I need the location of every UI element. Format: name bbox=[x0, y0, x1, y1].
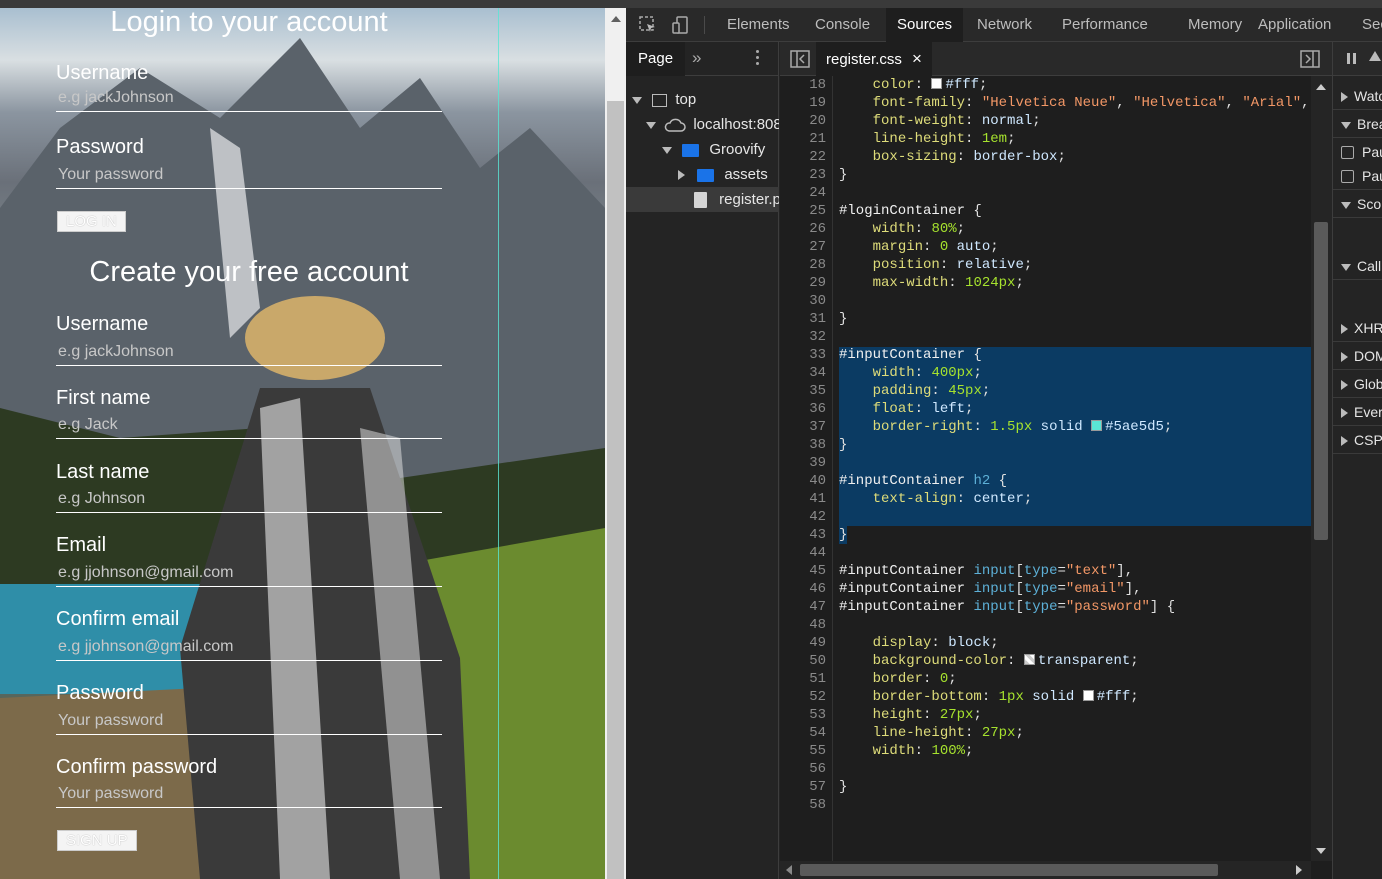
navigator-page-tab[interactable]: Page bbox=[626, 42, 686, 76]
confirm-password-input[interactable] bbox=[56, 781, 442, 808]
tree-item-top[interactable]: top bbox=[626, 87, 779, 112]
file-tab-label: register.css bbox=[826, 51, 902, 68]
section-dom-breakpoints[interactable]: DOM bbox=[1333, 342, 1382, 370]
checkbox-icon[interactable] bbox=[1341, 170, 1354, 183]
code-area[interactable]: 18 color: #fff; 19 font-family: "Helveti… bbox=[780, 76, 1311, 861]
section-global-listeners[interactable]: Glob bbox=[1333, 370, 1382, 398]
register-password-input[interactable] bbox=[56, 708, 442, 735]
expand-arrow-icon bbox=[646, 121, 656, 129]
section-event-listeners[interactable]: Ever bbox=[1333, 398, 1382, 426]
page-viewport: Login to your account Username Password … bbox=[0, 8, 605, 879]
section-csp-violations[interactable]: CSP bbox=[1333, 426, 1382, 454]
editor-file-tab[interactable]: register.css × bbox=[816, 42, 932, 76]
scroll-up-icon[interactable] bbox=[1316, 84, 1326, 90]
tab-security[interactable]: Sec bbox=[1351, 8, 1382, 42]
expand-arrow-icon bbox=[662, 146, 672, 154]
register-username-label: Username bbox=[56, 313, 149, 335]
tab-memory[interactable]: Memory bbox=[1177, 8, 1253, 42]
first-name-input[interactable] bbox=[56, 412, 442, 439]
pause-icon[interactable] bbox=[1347, 53, 1350, 64]
toggle-debugger-icon[interactable] bbox=[1300, 50, 1320, 68]
register-password-label: Password bbox=[56, 682, 144, 704]
scroll-up-arrow-icon[interactable] bbox=[611, 16, 621, 22]
toggle-navigator-icon[interactable] bbox=[790, 50, 810, 68]
tab-performance[interactable]: Performance bbox=[1051, 8, 1159, 42]
tree-label: localhost:8080 bbox=[693, 116, 779, 133]
last-name-label: Last name bbox=[56, 461, 150, 483]
folder-icon bbox=[697, 168, 715, 182]
login-username-input[interactable] bbox=[56, 85, 442, 112]
tab-application[interactable]: Application bbox=[1247, 8, 1342, 42]
folder-icon bbox=[682, 143, 700, 157]
frame-icon bbox=[652, 93, 668, 107]
login-title: Login to your account bbox=[110, 8, 388, 38]
css-guide-line bbox=[498, 8, 499, 879]
window-top-strip bbox=[0, 0, 1382, 8]
scroll-right-icon[interactable] bbox=[1296, 865, 1302, 875]
inspect-element-icon[interactable] bbox=[638, 15, 658, 35]
confirm-email-label: Confirm email bbox=[56, 608, 180, 630]
login-password-label: Password bbox=[56, 136, 144, 158]
login-password-input[interactable] bbox=[56, 162, 442, 189]
tree-item-assets[interactable]: assets bbox=[626, 162, 779, 187]
signup-button[interactable]: SIGN UP bbox=[57, 830, 137, 851]
devtools-panel: Elements Console Sources Network Perform… bbox=[626, 8, 1382, 879]
section-xhr-breakpoints[interactable]: XHR bbox=[1333, 314, 1382, 342]
kebab-menu-icon[interactable] bbox=[756, 50, 759, 68]
sources-navigator: Page » top localhost:8080 Groovify asset… bbox=[626, 42, 779, 879]
email-label: Email bbox=[56, 534, 107, 556]
checkbox-icon[interactable] bbox=[1341, 146, 1354, 159]
page-scrollbar[interactable] bbox=[605, 8, 626, 879]
debugger-sidebar: Watc Brea Pau Pau Scop Call XHR DOM Glob… bbox=[1332, 42, 1382, 879]
page-scrollbar-thumb[interactable] bbox=[607, 101, 624, 879]
device-toolbar-icon[interactable] bbox=[671, 15, 691, 35]
register-username-input[interactable] bbox=[56, 339, 442, 366]
tab-sources[interactable]: Sources bbox=[886, 8, 964, 42]
file-icon bbox=[694, 192, 707, 209]
tree-item-localhost[interactable]: localhost:8080 bbox=[626, 112, 779, 137]
pause-icon-bar bbox=[1353, 53, 1356, 64]
tree-label: register.p bbox=[719, 191, 779, 208]
editor-scroll-thumb[interactable] bbox=[1314, 222, 1328, 540]
step-icon[interactable] bbox=[1369, 51, 1381, 61]
tree-label: top bbox=[675, 91, 697, 108]
section-breakpoints[interactable]: Brea bbox=[1333, 110, 1382, 138]
scroll-left-icon[interactable] bbox=[786, 865, 792, 875]
more-tabs-icon[interactable]: » bbox=[692, 42, 701, 74]
pause-caught-checkbox[interactable]: Pau bbox=[1333, 162, 1382, 190]
tab-network[interactable]: Network bbox=[966, 8, 1043, 42]
register-title: Create your free account bbox=[89, 256, 409, 288]
expand-arrow-icon bbox=[632, 96, 642, 104]
tree-item-register-file[interactable]: register.p bbox=[626, 187, 779, 212]
section-scope[interactable]: Scop bbox=[1333, 190, 1382, 218]
first-name-label: First name bbox=[56, 387, 151, 409]
editor-horizontal-scrollbar[interactable] bbox=[780, 861, 1311, 879]
login-username-label: Username bbox=[56, 62, 149, 84]
devtools-tabbar: Elements Console Sources Network Perform… bbox=[626, 8, 1382, 42]
login-button[interactable]: LOG IN bbox=[57, 211, 126, 232]
editor-hscroll-thumb[interactable] bbox=[800, 864, 1218, 876]
tree-label: Groovify bbox=[709, 141, 766, 158]
tab-elements[interactable]: Elements bbox=[716, 8, 801, 42]
tree-label: assets bbox=[724, 166, 768, 183]
editor-vertical-scrollbar[interactable] bbox=[1311, 76, 1332, 861]
code-editor: register.css × 18 color: #fff; 19 font-f… bbox=[780, 42, 1332, 879]
tree-item-groovify[interactable]: Groovify bbox=[626, 137, 779, 162]
confirm-password-label: Confirm password bbox=[56, 756, 218, 778]
section-watch[interactable]: Watc bbox=[1333, 82, 1382, 110]
last-name-input[interactable] bbox=[56, 486, 442, 513]
email-input[interactable] bbox=[56, 560, 442, 587]
close-tab-icon[interactable]: × bbox=[912, 49, 922, 68]
cloud-icon bbox=[664, 118, 686, 132]
section-call-stack[interactable]: Call bbox=[1333, 252, 1382, 280]
scroll-down-icon[interactable] bbox=[1316, 848, 1326, 854]
tab-console[interactable]: Console bbox=[804, 8, 881, 42]
collapse-arrow-icon bbox=[678, 170, 685, 181]
confirm-email-input[interactable] bbox=[56, 634, 442, 661]
